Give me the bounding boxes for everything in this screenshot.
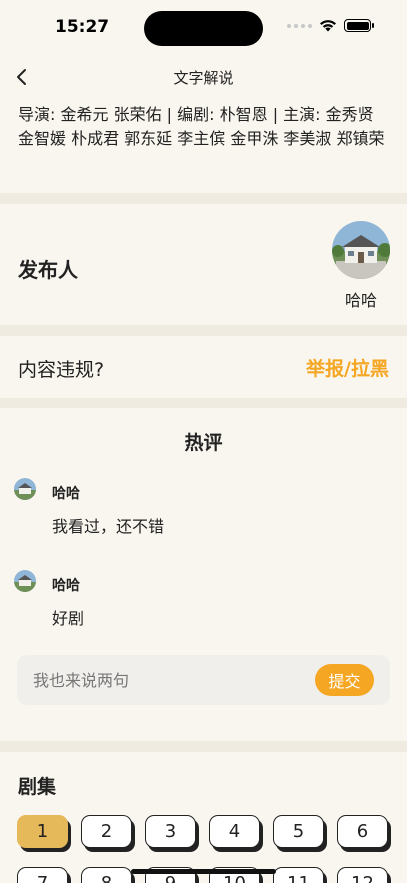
nav-bar: 文字解说 bbox=[0, 60, 407, 94]
comment-text: 好剧 bbox=[52, 609, 85, 628]
comment-username: 哈哈 bbox=[52, 578, 80, 594]
section-divider bbox=[0, 398, 407, 408]
publisher-name[interactable]: 哈哈 bbox=[330, 287, 392, 311]
report-block-link[interactable]: 举报/拉黑 bbox=[306, 354, 389, 381]
episode-button[interactable]: 3 bbox=[145, 815, 196, 848]
comment-avatar[interactable] bbox=[14, 570, 36, 592]
battery-icon bbox=[344, 19, 374, 32]
publisher-label: 发布人 bbox=[18, 258, 78, 282]
publisher-avatar[interactable] bbox=[332, 221, 390, 279]
episode-button[interactable]: 6 bbox=[337, 815, 388, 848]
section-divider bbox=[0, 741, 407, 752]
episode-button[interactable]: 5 bbox=[273, 815, 324, 848]
page-title: 文字解说 bbox=[173, 69, 234, 87]
episode-button[interactable]: 4 bbox=[209, 815, 260, 848]
status-bar: 15:27 bbox=[0, 0, 407, 56]
episode-button[interactable]: 11 bbox=[273, 867, 324, 883]
reviews-section: 热评 哈哈 我看过，还不错 哈哈 好剧 提交 bbox=[0, 408, 407, 741]
home-indicator bbox=[131, 869, 276, 874]
status-icons bbox=[287, 19, 374, 32]
signal-dots-icon bbox=[287, 23, 312, 28]
episode-button[interactable]: 2 bbox=[81, 815, 132, 848]
section-divider bbox=[0, 325, 407, 336]
episodes-title: 剧集 bbox=[18, 776, 57, 798]
report-label: 内容违规? bbox=[18, 359, 105, 381]
episodes-section: 剧集 1 2 3 4 5 6 7 8 9 10 11 12 bbox=[0, 752, 407, 883]
comment-avatar[interactable] bbox=[14, 478, 36, 500]
section-divider bbox=[0, 193, 407, 204]
episode-button[interactable]: 1 bbox=[17, 815, 68, 848]
status-time: 15:27 bbox=[55, 17, 110, 37]
wifi-icon bbox=[320, 20, 336, 32]
dynamic-island bbox=[144, 11, 263, 46]
comment-username: 哈哈 bbox=[52, 486, 80, 502]
comment-input[interactable] bbox=[33, 655, 313, 705]
episode-button[interactable]: 8 bbox=[81, 867, 132, 883]
episode-button[interactable]: 12 bbox=[337, 867, 388, 883]
comment-text: 我看过，还不错 bbox=[52, 517, 165, 536]
publisher-section: 发布人 哈哈 bbox=[0, 204, 407, 325]
reviews-title: 热评 bbox=[184, 432, 223, 454]
credits-text: 导演: 金希元 张荣佑 | 编剧: 朴智恩 | 主演: 金秀贤 金智媛 朴成君 … bbox=[18, 105, 385, 148]
episode-button[interactable]: 7 bbox=[17, 867, 68, 883]
report-section: 内容违规? 举报/拉黑 bbox=[0, 336, 407, 398]
comment-input-box: 提交 bbox=[17, 655, 390, 705]
submit-button[interactable]: 提交 bbox=[315, 664, 374, 696]
